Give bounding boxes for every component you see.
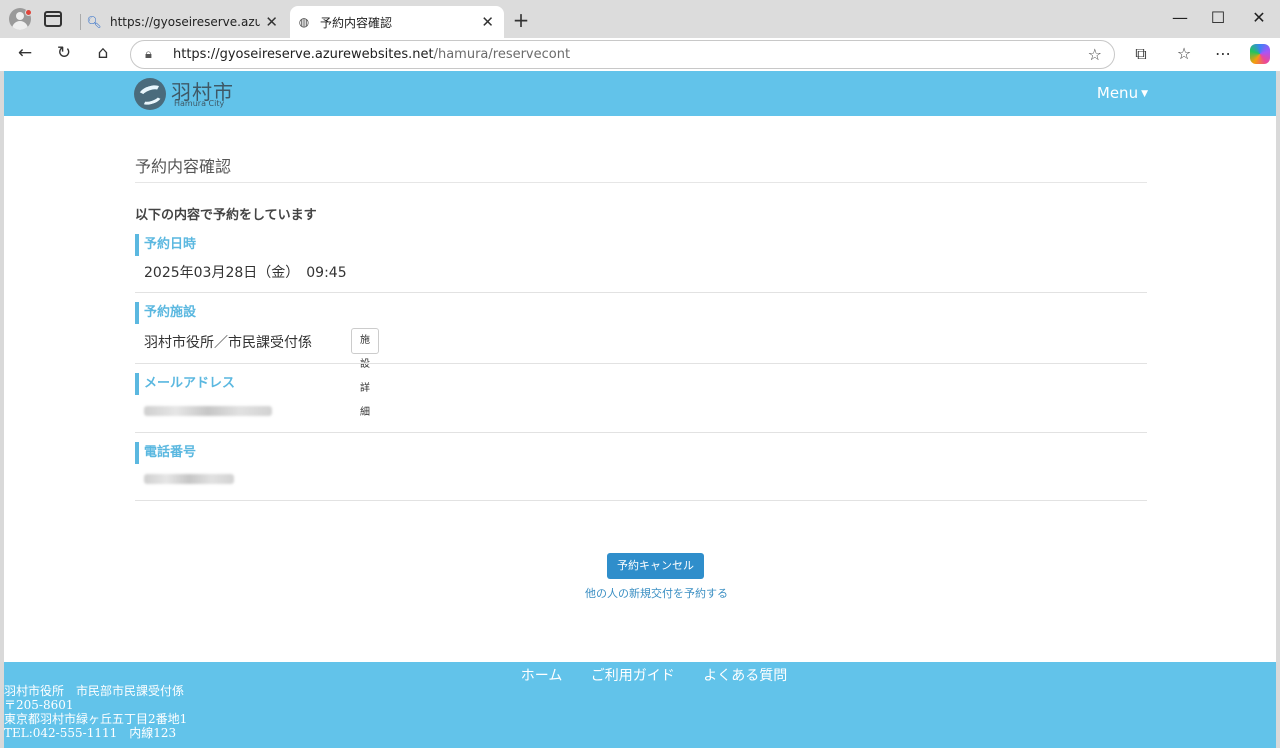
address-bar[interactable]: 🔒︎ https://gyoseireserve.azurewebsites.n… bbox=[130, 40, 1115, 69]
reservation-datetime: 2025年03月28日（金） 09:45 bbox=[144, 265, 347, 281]
close-tab-icon[interactable]: ✕ bbox=[265, 13, 278, 31]
home-icon[interactable]: ⌂ bbox=[92, 43, 114, 63]
divider bbox=[135, 432, 1147, 433]
browser-tab-1[interactable]: 🔍︎ https://gyoseireserve.azurewebsit ✕ bbox=[80, 6, 288, 38]
menu-dropdown-button[interactable]: Menu ▼ bbox=[1097, 84, 1148, 102]
facility-detail-button[interactable]: 施設詳細 bbox=[351, 328, 379, 418]
site-footer: ホーム ご利用ガイド よくある質問 羽村市役所 市民部市民課受付係 〒205-8… bbox=[4, 662, 1276, 748]
phone-value-redacted bbox=[144, 472, 234, 488]
search-icon: 🔍︎ bbox=[86, 15, 102, 29]
browser-tab-2-active[interactable]: ◍ 予約内容確認 ✕ bbox=[290, 6, 504, 38]
divider bbox=[135, 500, 1147, 501]
close-window-icon[interactable]: ✕ bbox=[1249, 8, 1269, 27]
divider bbox=[135, 292, 1147, 293]
email-value-redacted bbox=[144, 404, 272, 420]
tab-title: 予約内容確認 bbox=[320, 15, 393, 30]
extensions-icon[interactable]: ⧉ bbox=[1130, 44, 1152, 64]
section-heading: メールアドレス bbox=[135, 373, 235, 395]
section-heading: 予約日時 bbox=[135, 234, 196, 256]
refresh-icon[interactable]: ↻ bbox=[53, 43, 75, 63]
browser-tab-bar: 🔍︎ https://gyoseireserve.azurewebsit ✕ ◍… bbox=[0, 0, 1280, 38]
globe-icon: ◍ bbox=[298, 15, 310, 29]
page-viewport: 羽村市 Hamura City Menu ▼ 予約内容確認 以下の内容で予約をして… bbox=[4, 71, 1276, 748]
notification-dot bbox=[25, 9, 32, 16]
footer-link-guide[interactable]: ご利用ガイド bbox=[591, 668, 675, 684]
favorite-star-icon[interactable]: ☆ bbox=[1088, 45, 1102, 64]
section-heading: 予約施設 bbox=[135, 302, 196, 324]
tab-actions-icon[interactable] bbox=[44, 11, 62, 27]
more-menu-icon[interactable]: ⋯ bbox=[1212, 44, 1234, 63]
footer-link-home[interactable]: ホーム bbox=[521, 668, 563, 684]
tab-title: https://gyoseireserve.azurewebsit bbox=[110, 15, 260, 29]
site-header: 羽村市 Hamura City Menu ▼ bbox=[4, 71, 1276, 116]
page-title: 予約内容確認 bbox=[135, 157, 232, 176]
section-heading: 電話番号 bbox=[135, 442, 196, 464]
url-text: https://gyoseireserve.azurewebsites.net/… bbox=[173, 47, 571, 62]
logo-subtitle: Hamura City bbox=[174, 99, 225, 108]
reservation-facility: 羽村市役所／市民課受付係 施設詳細 bbox=[144, 328, 379, 418]
lock-icon[interactable]: 🔒︎ bbox=[145, 47, 152, 62]
back-icon[interactable]: ← bbox=[14, 43, 36, 63]
maximize-icon[interactable]: ☐ bbox=[1208, 8, 1228, 27]
new-tab-icon[interactable]: + bbox=[510, 8, 532, 32]
lead-text: 以下の内容で予約をしています bbox=[135, 208, 317, 223]
caret-down-icon: ▼ bbox=[1141, 89, 1148, 99]
favorites-icon[interactable]: ☆ bbox=[1173, 44, 1195, 63]
footer-address-line: TEL:042-555-1111 内線123 bbox=[4, 726, 177, 740]
new-reservation-link[interactable]: 他の人の新規交付を予約する bbox=[585, 585, 728, 601]
footer-link-faq[interactable]: よくある質問 bbox=[703, 668, 787, 684]
close-tab-icon[interactable]: ✕ bbox=[481, 13, 494, 31]
minimize-icon[interactable]: — bbox=[1170, 8, 1190, 27]
footer-nav: ホーム ご利用ガイド よくある質問 bbox=[4, 665, 1276, 685]
divider bbox=[135, 182, 1147, 183]
cancel-reservation-button[interactable]: 予約キャンセル bbox=[607, 553, 704, 579]
city-logo-icon[interactable] bbox=[134, 78, 166, 110]
copilot-icon[interactable] bbox=[1250, 44, 1270, 64]
browser-toolbar: ← ↻ ⌂ 🔒︎ https://gyoseireserve.azurewebs… bbox=[0, 38, 1280, 71]
divider bbox=[135, 363, 1147, 364]
